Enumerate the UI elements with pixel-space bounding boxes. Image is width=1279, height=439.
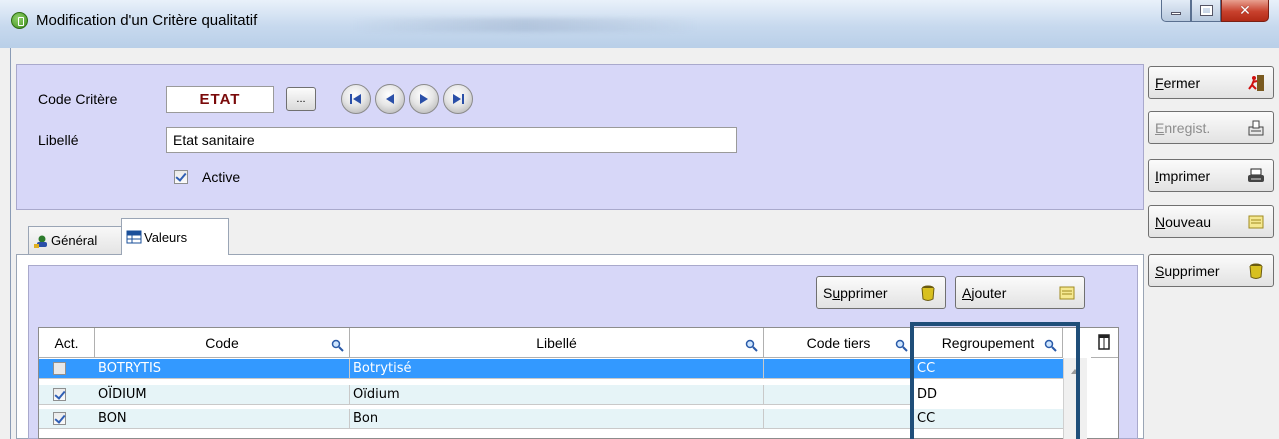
nouveau-button[interactable]: Nouveau	[1148, 205, 1274, 238]
active-checkbox[interactable]	[174, 170, 188, 184]
last-record-icon	[453, 94, 464, 104]
printer-icon	[1248, 168, 1264, 182]
close-button[interactable]: ✕	[1221, 0, 1269, 22]
column-header-code[interactable]: Code	[95, 328, 350, 358]
column-header-libelle[interactable]: Libellé	[350, 328, 764, 358]
row-active-checkbox[interactable]	[53, 388, 66, 401]
trash-icon	[921, 285, 935, 301]
grid-add-label: Ajouter	[962, 284, 1007, 301]
cell-regroupement: CC	[917, 411, 936, 426]
column-header-act[interactable]: Act.	[39, 328, 95, 358]
window-title: Modification d'un Critère qualitatif	[36, 12, 258, 29]
search-icon	[895, 339, 908, 352]
search-icon	[1044, 339, 1057, 352]
previous-record-button[interactable]	[375, 84, 405, 114]
tab-general-label: Général	[51, 233, 98, 248]
search-icon	[745, 339, 758, 352]
code-critere-field[interactable]: ETAT	[166, 86, 274, 113]
maximize-button[interactable]	[1191, 0, 1221, 22]
grid-add-button[interactable]: Ajouter	[955, 276, 1085, 309]
app-icon	[11, 12, 28, 29]
next-record-button[interactable]	[409, 84, 439, 114]
fermer-label: Fermer	[1155, 74, 1201, 91]
grid-delete-button[interactable]: Supprimer	[816, 276, 946, 309]
previous-record-icon	[386, 94, 394, 104]
minimize-icon	[1171, 12, 1181, 15]
cell-libelle: Bon	[350, 409, 764, 429]
cell-libelle: Botrytisé	[350, 359, 764, 379]
row-active-checkbox[interactable]	[53, 362, 66, 375]
new-document-icon	[1059, 286, 1075, 300]
cell-libelle: Oïdium	[350, 385, 764, 405]
supprimer-button[interactable]: Supprimer	[1148, 254, 1274, 287]
cell-regroupement: CC	[917, 361, 936, 376]
background-window-title	[350, 18, 700, 32]
tab-valeurs[interactable]: Valeurs	[121, 218, 229, 255]
active-label: Active	[202, 169, 241, 185]
code-critere-label: Code Critère	[38, 91, 118, 107]
imprimer-button[interactable]: Imprimer	[1148, 159, 1274, 192]
first-record-icon	[350, 94, 361, 104]
nouveau-label: Nouveau	[1155, 213, 1212, 230]
cell-regroupement: DD	[914, 385, 1063, 405]
tab-valeurs-label: Valeurs	[144, 229, 188, 245]
cell-code-tiers	[764, 385, 914, 405]
column-chooser[interactable]	[1091, 328, 1118, 358]
imprimer-label: Imprimer	[1155, 167, 1211, 184]
columns-icon	[1098, 334, 1110, 350]
supprimer-label: Supprimer	[1155, 262, 1220, 279]
save-icon	[1248, 120, 1264, 136]
scroll-up-icon[interactable]	[1071, 369, 1079, 374]
close-icon: ✕	[1239, 2, 1251, 19]
table-icon	[126, 230, 142, 244]
cell-code-tiers	[764, 409, 914, 429]
column-header-regroupement[interactable]: Regroupement	[914, 328, 1063, 358]
enregistrer-label: Enregist.	[1155, 119, 1211, 136]
trash-icon	[1249, 263, 1263, 279]
cell-code: OÏDIUM	[95, 385, 350, 405]
table-row[interactable]: BON Bon CC	[39, 409, 1063, 429]
title-bar: Modification d'un Critère qualitatif ✕	[0, 0, 1279, 48]
libelle-label: Libellé	[38, 132, 79, 148]
grid-delete-label: Supprimer	[823, 284, 888, 301]
search-icon	[331, 339, 344, 352]
general-tab-icon	[34, 235, 47, 248]
last-record-button[interactable]	[443, 84, 473, 114]
enregistrer-button[interactable]: Enregist.	[1148, 111, 1274, 144]
first-record-button[interactable]	[341, 84, 371, 114]
vertical-scrollbar[interactable]	[1063, 358, 1087, 439]
cell-code: BOTRYTIS	[95, 359, 350, 379]
minimize-button[interactable]	[1161, 0, 1191, 22]
fermer-button[interactable]: Fermer	[1148, 66, 1274, 99]
table-row[interactable]: BOTRYTIS Botrytisé CC	[39, 359, 1063, 379]
tab-general[interactable]: Général	[28, 226, 122, 254]
next-record-icon	[420, 94, 428, 104]
row-active-checkbox[interactable]	[53, 412, 66, 425]
table-row[interactable]: OÏDIUM Oïdium DD	[39, 385, 1063, 405]
column-header-code-tiers[interactable]: Code tiers	[764, 328, 914, 358]
new-document-icon	[1248, 215, 1264, 229]
maximize-icon	[1199, 5, 1213, 16]
libelle-field[interactable]: Etat sanitaire	[166, 127, 737, 153]
exit-icon	[1248, 75, 1264, 91]
cell-code-tiers	[764, 359, 914, 379]
browse-button[interactable]: ...	[286, 87, 316, 111]
cell-code: BON	[95, 409, 350, 429]
